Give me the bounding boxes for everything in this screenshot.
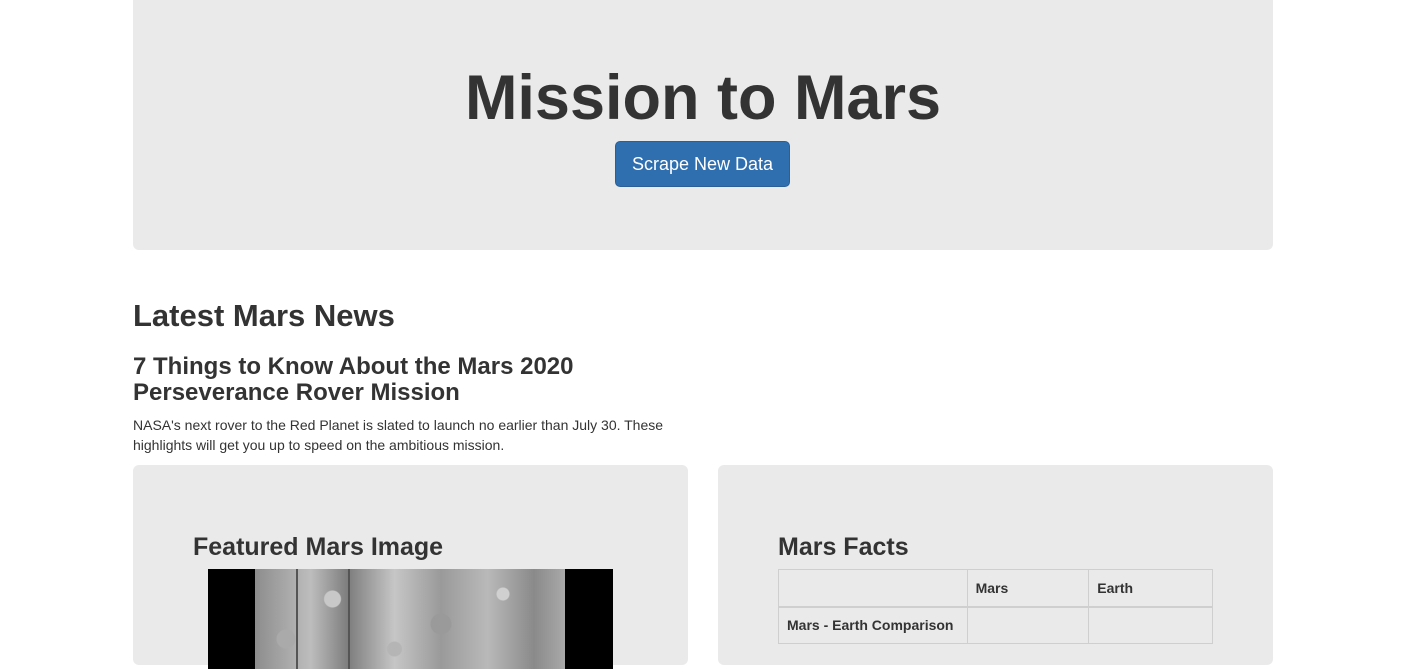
featured-mars-image [208,569,613,669]
page-title: Mission to Mars [464,63,942,133]
mars-facts-panel: Mars Facts Mars Earth Mars - Earth Compa… [718,465,1273,665]
table-row: Mars - Earth Comparison [778,606,1213,644]
mars-facts-heading: Mars Facts [778,533,909,561]
image-seam [348,569,350,669]
news-article-teaser: NASA's next rover to the Red Planet is s… [133,417,664,453]
table-header-cell: Earth [1088,569,1213,608]
featured-image-panel: Featured Mars Image [133,465,688,669]
table-cell [966,606,1090,644]
table-header-row: Mars Earth [778,569,1213,608]
news-article-title: 7 Things to Know About the Mars 2020 Per… [133,353,574,406]
table-cell [1088,606,1213,644]
table-header-cell: Mars [966,569,1090,608]
mars-terrain-photo [255,569,565,669]
latest-news-heading: Latest Mars News [133,298,395,333]
featured-image-heading: Featured Mars Image [193,533,444,561]
table-header-cell [778,569,968,608]
table-row-label: Mars - Earth Comparison [778,606,968,644]
image-seam [296,569,298,669]
jumbotron-header: Mission to Mars Scrape New Data [133,0,1273,250]
scrape-new-data-button[interactable]: Scrape New Data [615,141,790,187]
